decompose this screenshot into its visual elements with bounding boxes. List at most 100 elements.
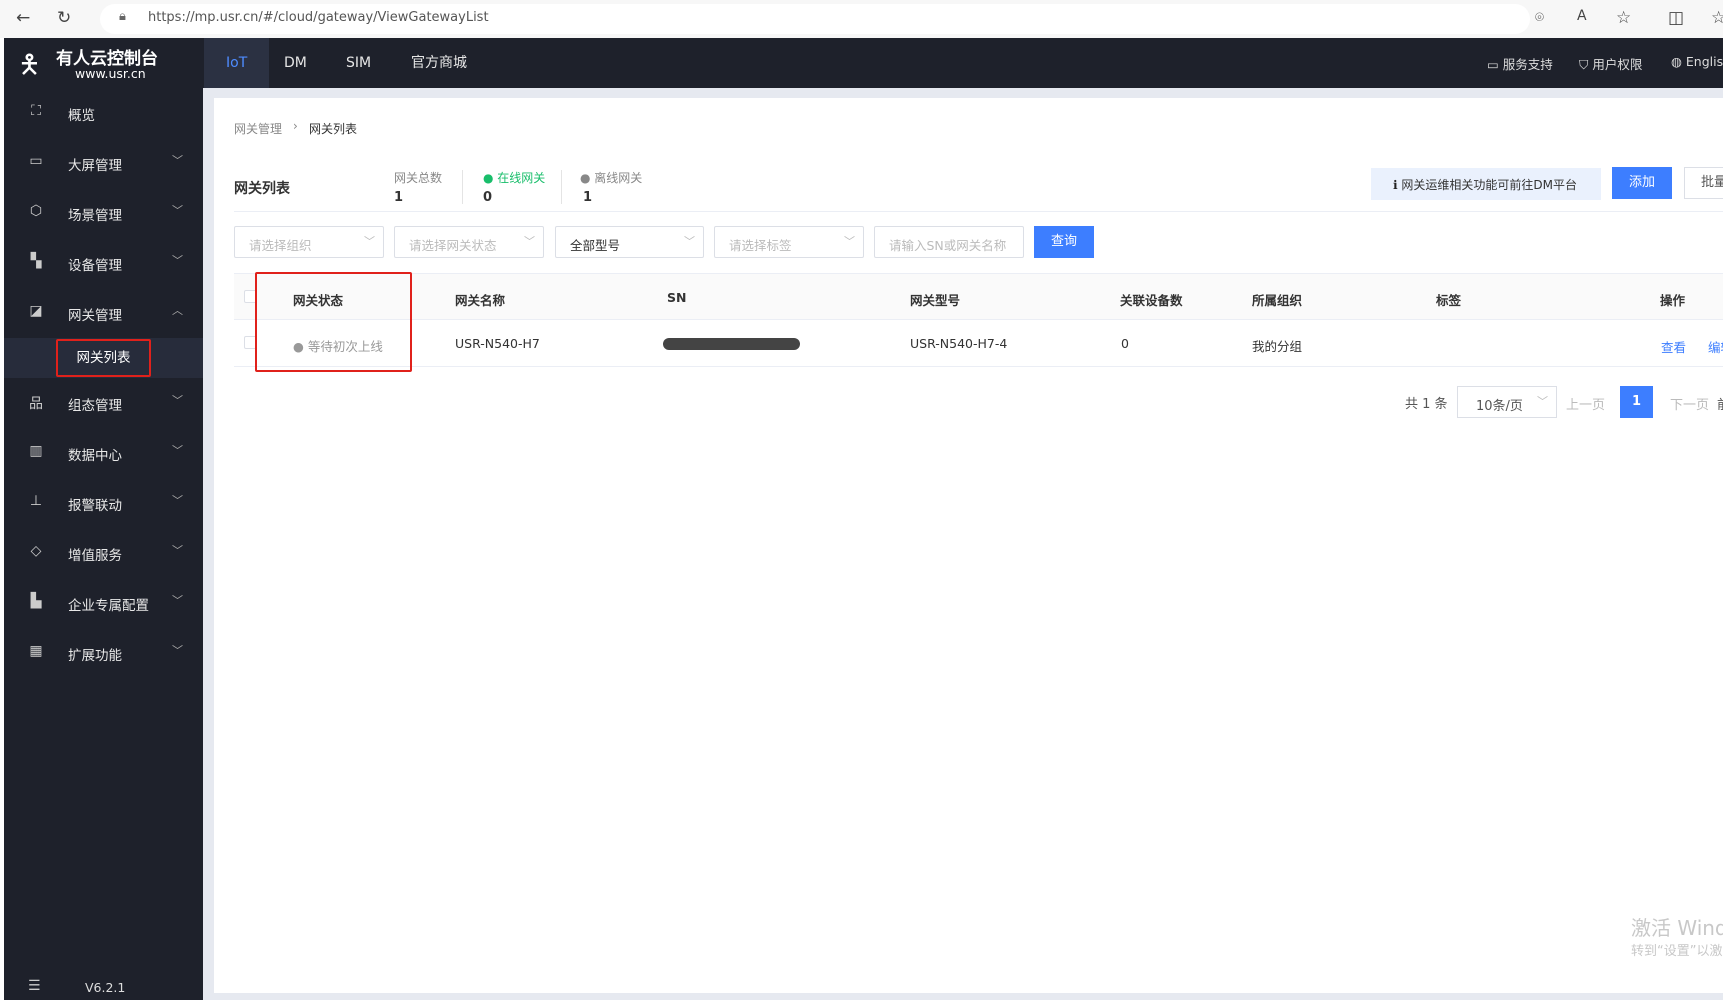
shield-icon: ⛉ xyxy=(1579,57,1593,72)
sidebar-item[interactable]: ▙ 企业专属配置 ﹀ xyxy=(4,583,203,623)
page-title: 网关列表 xyxy=(234,181,290,197)
cube-icon: ⬡ xyxy=(29,203,43,219)
sidebar-item[interactable]: ◪ 网关管理 ︿ xyxy=(4,293,203,333)
org-select-placeholder: 请选择组织 xyxy=(249,238,312,253)
favorites-icon[interactable]: ☆ xyxy=(1711,8,1723,28)
sidebar-item[interactable]: ▦ 扩展功能 ﹀ xyxy=(4,633,203,673)
device-grid-icon: ▚ xyxy=(30,253,42,269)
model-select[interactable]: 全部型号 ﹀ xyxy=(555,226,704,258)
location-icon[interactable]: ⌾ xyxy=(1535,8,1544,26)
tab-sim[interactable]: SIM xyxy=(346,38,371,88)
sidebar-item[interactable]: ⛶ 概览 xyxy=(4,93,203,133)
diamond-icon: ◇ xyxy=(30,543,42,559)
divider xyxy=(561,170,562,204)
sidebar-item[interactable]: ▚ 设备管理 ﹀ xyxy=(4,243,203,283)
org-select[interactable]: 请选择组织 ﹀ xyxy=(234,226,384,258)
page-1-button[interactable]: 1 xyxy=(1620,386,1653,418)
lock-icon: 🔒︎ xyxy=(119,9,126,24)
breadcrumb-current: 网关列表 xyxy=(309,122,358,136)
tag-select-placeholder: 请选择标签 xyxy=(729,238,792,253)
back-icon[interactable]: ← xyxy=(16,8,30,28)
sidebar-item-label: 增值服务 xyxy=(68,548,122,564)
support-link[interactable]: ▭ 服务支持 xyxy=(1487,54,1553,73)
sidebar-item-label: 场景管理 xyxy=(68,208,122,224)
notice-text: 网关运维相关功能可前往DM平台 xyxy=(1401,178,1577,192)
sidebar-item-label: 设备管理 xyxy=(68,258,122,274)
scan-icon: ⛶ xyxy=(31,103,41,119)
page-size-value: 10条/页 xyxy=(1476,399,1523,414)
next-page-button[interactable]: 下一页 xyxy=(1670,394,1709,413)
stat-total-label: 网关总数 xyxy=(394,171,443,185)
language-label: English xyxy=(1685,54,1723,69)
view-link[interactable]: 查看 xyxy=(1661,337,1686,356)
status-select[interactable]: 请选择网关状态 ﹀ xyxy=(394,226,544,258)
tab-dm[interactable]: DM xyxy=(284,38,307,88)
sidebar-item[interactable]: ⊥ 报警联动 ﹀ xyxy=(4,483,203,523)
stat-offline-value: 1 xyxy=(583,190,593,205)
read-aloud-icon[interactable]: A xyxy=(1577,8,1587,24)
sidebar-item[interactable]: ◇ 增值服务 ﹀ xyxy=(4,533,203,573)
globe-icon: ◍ xyxy=(1671,54,1686,69)
topology-icon: 品 xyxy=(29,396,43,412)
chevron-down-icon: ﹀ xyxy=(364,235,375,248)
sidebar-item-label: 扩展功能 xyxy=(68,648,122,664)
split-view-icon[interactable]: ◫ xyxy=(1668,8,1684,28)
alarm-icon: ⊥ xyxy=(29,493,43,509)
stat-offline-label: ● 离线网关 xyxy=(580,171,643,185)
chevron-down-icon: ﹀ xyxy=(1537,395,1548,408)
search-input[interactable]: 请输入SN或网关名称 xyxy=(874,226,1024,258)
reload-icon[interactable]: ↻ xyxy=(57,8,71,28)
prev-page-button[interactable]: 上一页 xyxy=(1566,394,1605,413)
chevron-down-icon: ﹀ xyxy=(684,235,695,248)
divider xyxy=(234,211,1723,212)
row-devices: 0 xyxy=(1121,336,1129,351)
sidebar-item[interactable]: 品 组态管理 ﹀ xyxy=(4,383,203,423)
breadcrumb-parent[interactable]: 网关管理 xyxy=(234,120,282,137)
stat-online-text: 在线网关 xyxy=(497,171,546,185)
tab-iot[interactable]: IoT xyxy=(204,38,270,88)
sidebar-item[interactable]: ⬡ 场景管理 ﹀ xyxy=(4,193,203,233)
breadcrumb-separator-icon: › xyxy=(293,119,298,133)
pagination-total: 共 1 条 xyxy=(1405,397,1448,412)
col-name: 网关名称 xyxy=(455,293,506,308)
add-button[interactable]: 添加 xyxy=(1612,167,1672,199)
logo-person-icon: 🯅︎ xyxy=(18,50,41,80)
chevron-down-icon: ﹀ xyxy=(172,644,183,657)
tag-select[interactable]: 请选择标签 ﹀ xyxy=(714,226,864,258)
chevron-down-icon: ﹀ xyxy=(172,594,183,607)
batch-button[interactable]: 批量 xyxy=(1684,167,1723,199)
sidebar-subitem-gateway-list[interactable]: 网关列表 xyxy=(56,339,151,377)
sidebar-item[interactable]: ▭ 大屏管理 ﹀ xyxy=(4,143,203,183)
sidebar-item-label: 组态管理 xyxy=(68,398,122,414)
tab-store[interactable]: 官方商城 xyxy=(411,38,467,88)
sidebar-item-label: 大屏管理 xyxy=(68,158,122,174)
sidebar-item-label: 企业专属配置 xyxy=(68,598,149,614)
divider xyxy=(462,170,463,204)
edit-link[interactable]: 编辑 xyxy=(1708,337,1723,356)
brand-site: www.usr.cn xyxy=(75,66,146,81)
query-button[interactable]: 查询 xyxy=(1034,226,1094,258)
favorite-icon[interactable]: ☆ xyxy=(1616,8,1631,28)
page-size-select[interactable]: 10条/页 ﹀ xyxy=(1457,386,1557,418)
language-link[interactable]: ◍ English xyxy=(1671,54,1723,69)
col-org: 所属组织 xyxy=(1252,293,1303,308)
row-org: 我的分组 xyxy=(1252,339,1303,354)
chevron-down-icon: ﹀ xyxy=(172,544,183,557)
col-devices: 关联设备数 xyxy=(1120,293,1183,308)
stat-online-label: ● 在线网关 xyxy=(483,171,546,185)
chevron-down-icon: ﹀ xyxy=(172,494,183,507)
chat-icon: ▭ xyxy=(1487,57,1503,72)
permissions-label: 用户权限 xyxy=(1592,57,1643,72)
permissions-link[interactable]: ⛉ 用户权限 xyxy=(1579,54,1642,73)
col-tag: 标签 xyxy=(1436,293,1462,308)
chevron-down-icon: ﹀ xyxy=(172,204,183,217)
gateway-chart-icon: ◪ xyxy=(29,303,43,319)
chevron-down-icon: ﹀ xyxy=(172,394,183,407)
sidebar-item[interactable]: ▥ 数据中心 ﹀ xyxy=(4,433,203,473)
search-placeholder: 请输入SN或网关名称 xyxy=(889,238,1007,253)
url-text[interactable]: https://mp.usr.cn/#/cloud/gateway/ViewGa… xyxy=(148,10,489,25)
support-label: 服务支持 xyxy=(1502,57,1553,72)
chevron-down-icon: ﹀ xyxy=(172,254,183,267)
chevron-down-icon: ﹀ xyxy=(844,235,855,248)
collapse-menu-icon[interactable]: ☰ xyxy=(28,978,41,994)
